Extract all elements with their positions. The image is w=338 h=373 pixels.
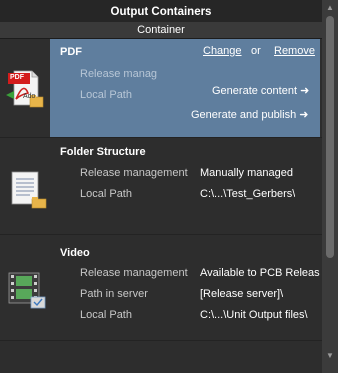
video-local-path-value: C:\...\Unit Output files\ xyxy=(200,309,308,321)
arrow-right-icon: ➜ xyxy=(299,109,309,121)
panel-title: Output Containers xyxy=(0,0,322,23)
generate-publish-label: Generate and publish xyxy=(191,109,297,121)
folder-release-value: Manually managed xyxy=(200,167,293,179)
video-release-label: Release management xyxy=(80,267,188,279)
output-containers-panel: Output Containers Container PDF Ado PDF … xyxy=(0,0,338,373)
row-divider xyxy=(0,340,322,341)
column-header-container[interactable]: Container xyxy=(0,22,322,39)
video-server-label: Path in server xyxy=(80,288,148,300)
generate-content-label: Generate content xyxy=(212,85,298,97)
scrollbar-thumb[interactable] xyxy=(326,16,334,258)
video-icon-strip xyxy=(0,235,50,340)
video-title: Video xyxy=(60,247,90,259)
change-link[interactable]: Change xyxy=(203,45,242,57)
folder-icon-strip xyxy=(0,138,50,234)
remove-link[interactable]: Remove xyxy=(274,45,315,57)
scroll-down-icon[interactable]: ▼ xyxy=(322,350,338,362)
pdf-title: PDF xyxy=(60,46,82,58)
arrow-right-icon: ➜ xyxy=(300,85,310,97)
pdf-document-icon: PDF Ado xyxy=(4,67,44,108)
pdf-icon-badge: PDF xyxy=(10,74,24,81)
folder-release-label: Release management xyxy=(80,167,188,179)
video-local-path-label: Local Path xyxy=(80,309,132,321)
video-server-value: [Release server]\ xyxy=(200,288,284,300)
folder-local-path-label: Local Path xyxy=(80,188,132,200)
pdf-icon-text: Ado xyxy=(23,93,36,100)
pdf-release-label: Release manag xyxy=(80,68,158,80)
folder-local-path-value: C:\...\Test_Gerbers\ xyxy=(200,188,296,200)
video-film-icon xyxy=(7,269,47,309)
scroll-up-icon[interactable]: ▲ xyxy=(322,2,338,14)
text-document-icon xyxy=(8,170,48,210)
or-text: or xyxy=(251,45,261,57)
generate-content-link[interactable]: Generate content ➜ xyxy=(212,84,309,97)
pdf-local-path-label: Local Path xyxy=(80,89,132,101)
generate-publish-link[interactable]: Generate and publish ➜ xyxy=(191,108,308,121)
folder-title: Folder Structure xyxy=(60,146,146,158)
video-release-value: Available to PCB Releas xyxy=(200,267,320,279)
container-row-pdf[interactable]: PDF Change or Remove Release manag Local… xyxy=(50,39,320,137)
vertical-scrollbar[interactable]: ▲ ▼ xyxy=(322,0,338,373)
container-row-folder-structure[interactable]: Folder Structure Release management Manu… xyxy=(50,138,320,234)
pdf-icon-strip: PDF Ado xyxy=(0,39,50,137)
container-row-video[interactable]: Video Release management Available to PC… xyxy=(50,235,320,340)
